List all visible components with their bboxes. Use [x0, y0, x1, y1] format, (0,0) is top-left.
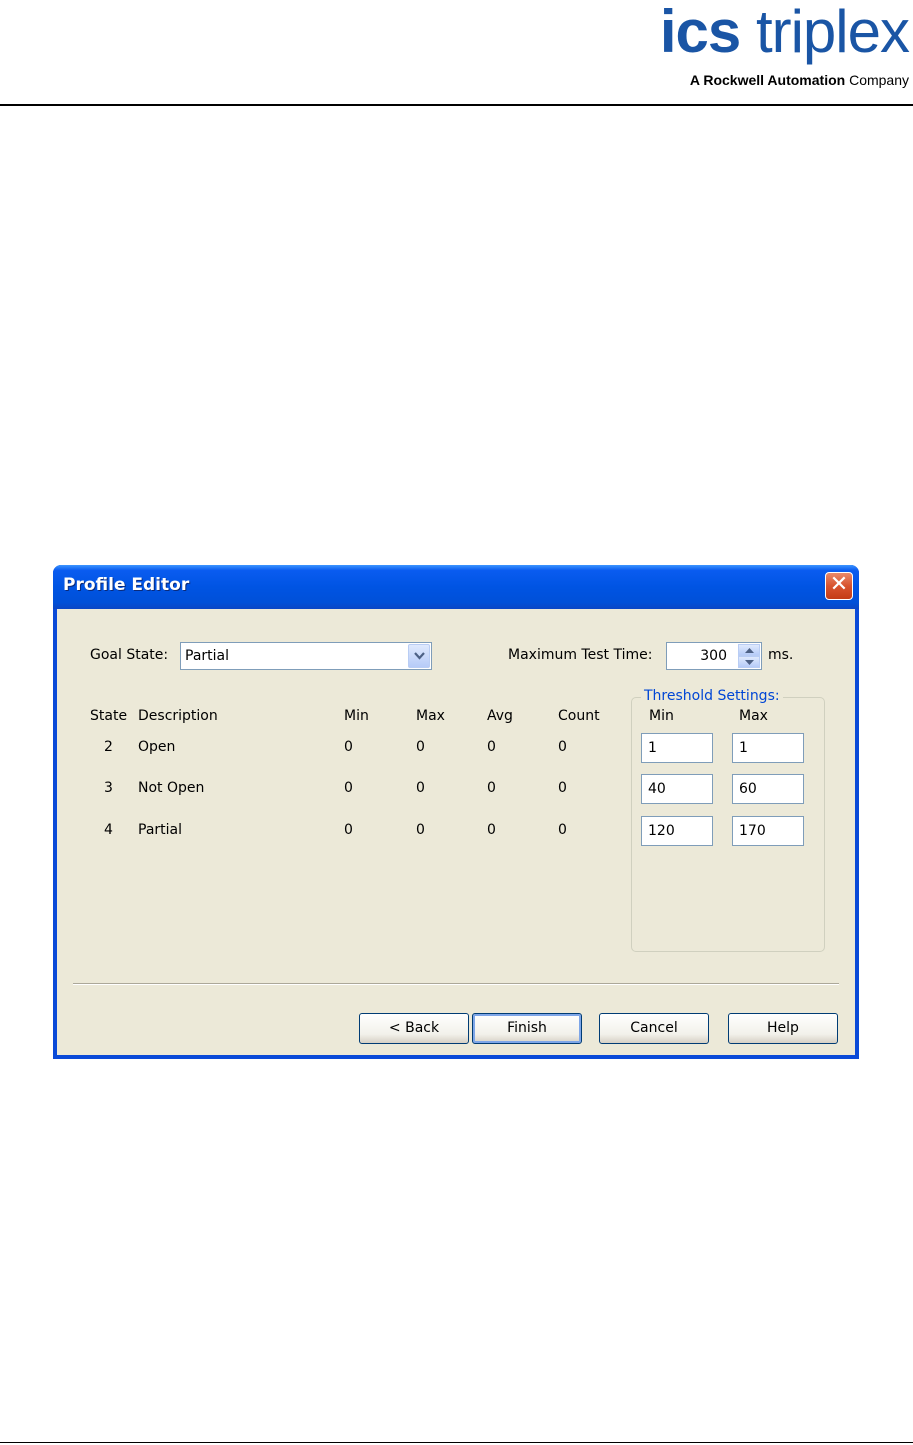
- row-count: 0: [558, 822, 567, 838]
- header-rule: [0, 104, 913, 106]
- row-min: 0: [344, 822, 353, 838]
- col-header-count: Count: [558, 708, 600, 724]
- row-description: Partial: [138, 822, 182, 838]
- close-button[interactable]: ✕: [825, 572, 853, 600]
- spin-up-button[interactable]: [738, 644, 760, 656]
- chevron-down-icon: [414, 652, 425, 660]
- col-header-max: Max: [416, 708, 445, 724]
- row-avg: 0: [487, 739, 496, 755]
- col-header-description: Description: [138, 708, 218, 724]
- threshold-max-input[interactable]: 1: [732, 733, 804, 763]
- title-bar[interactable]: Profile Editor ✕: [53, 565, 859, 609]
- max-test-time-label: Maximum Test Time:: [508, 647, 653, 663]
- row-state: 3: [104, 780, 113, 796]
- logo-ics-text: ics: [659, 0, 741, 65]
- arrow-up-icon: [745, 648, 754, 653]
- row-min: 0: [344, 739, 353, 755]
- row-avg: 0: [487, 822, 496, 838]
- footer-rule: [0, 1442, 913, 1443]
- threshold-min-input[interactable]: 1: [641, 733, 713, 763]
- max-test-time-unit: ms.: [768, 647, 794, 663]
- row-description: Not Open: [138, 780, 205, 796]
- logo-wordmark: ics triplex: [659, 0, 910, 72]
- back-button[interactable]: < Back: [359, 1013, 469, 1044]
- arrow-down-icon: [745, 660, 754, 665]
- dialog-body: Goal State: Partial Maximum Test Time: 3…: [57, 609, 855, 1055]
- max-test-time-value: 300: [700, 648, 727, 664]
- col-header-min: Min: [344, 708, 369, 724]
- threshold-header-max: Max: [739, 708, 768, 724]
- col-header-avg: Avg: [487, 708, 513, 724]
- goal-state-dropdown-button[interactable]: [408, 644, 430, 668]
- logo-triplex-text: triplex: [755, 0, 910, 65]
- goal-state-label: Goal State:: [90, 647, 169, 663]
- threshold-settings-title: Threshold Settings:: [641, 688, 783, 704]
- profile-editor-dialog: Profile Editor ✕ Goal State: Partial Max…: [53, 565, 859, 1059]
- finish-button[interactable]: Finish: [472, 1013, 582, 1044]
- button-separator-highlight: [73, 984, 839, 985]
- threshold-max-input[interactable]: 60: [732, 774, 804, 804]
- row-count: 0: [558, 780, 567, 796]
- spin-down-button[interactable]: [738, 656, 760, 668]
- max-test-time-stepper[interactable]: 300: [666, 642, 762, 670]
- row-min: 0: [344, 780, 353, 796]
- row-max: 0: [416, 780, 425, 796]
- logo-tagline: A Rockwell Automation Company: [690, 72, 909, 88]
- help-button[interactable]: Help: [728, 1013, 838, 1044]
- goal-state-select[interactable]: Partial: [180, 642, 432, 670]
- company-logo: ics triplex A Rockwell Automation Compan…: [609, 0, 910, 96]
- row-count: 0: [558, 739, 567, 755]
- goal-state-value: Partial: [185, 648, 229, 664]
- row-avg: 0: [487, 780, 496, 796]
- dialog-title: Profile Editor: [63, 575, 190, 595]
- logo-tagline-rest: Company: [849, 72, 909, 88]
- cancel-button[interactable]: Cancel: [599, 1013, 709, 1044]
- logo-tagline-bold: A Rockwell Automation: [689, 72, 846, 88]
- threshold-header-min: Min: [649, 708, 674, 724]
- row-state: 2: [104, 739, 113, 755]
- threshold-max-input[interactable]: 170: [732, 816, 804, 846]
- row-state: 4: [104, 822, 113, 838]
- threshold-min-input[interactable]: 120: [641, 816, 713, 846]
- close-icon: ✕: [829, 572, 849, 597]
- row-max: 0: [416, 739, 425, 755]
- col-header-state: State: [90, 708, 128, 724]
- row-description: Open: [138, 739, 176, 755]
- threshold-min-input[interactable]: 40: [641, 774, 713, 804]
- row-max: 0: [416, 822, 425, 838]
